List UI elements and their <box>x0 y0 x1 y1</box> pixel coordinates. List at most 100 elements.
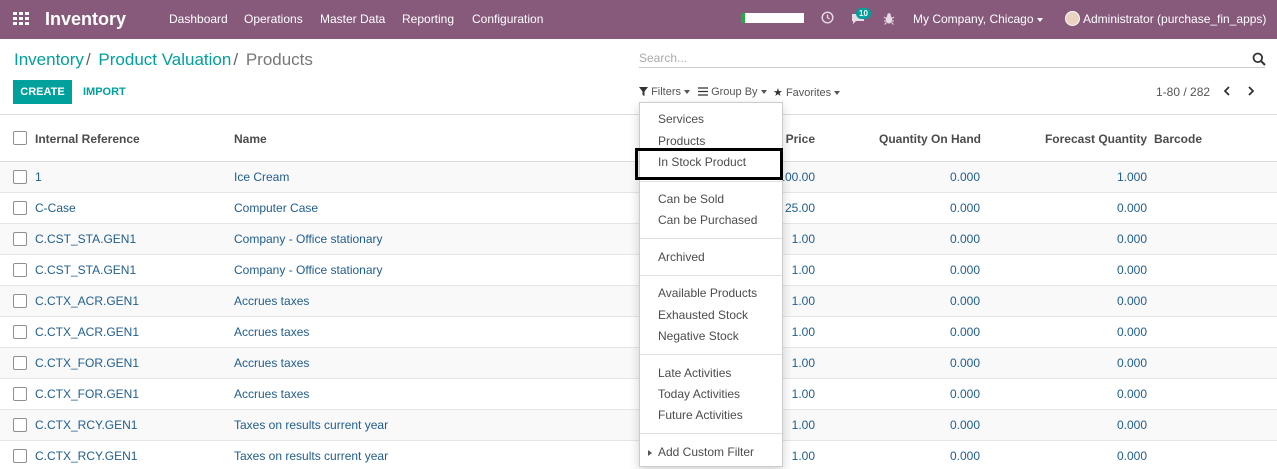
cell-internal-reference: C-Case <box>35 201 76 215</box>
menu-reporting[interactable]: Reporting <box>402 12 454 26</box>
create-button[interactable]: CREATE <box>13 80 72 104</box>
filter-archived[interactable]: Archived <box>658 250 705 264</box>
caret-down-icon <box>684 90 691 95</box>
user-menu[interactable]: Administrator (purchase_fin_apps) <box>1083 12 1266 26</box>
add-custom-filter[interactable]: Add Custom Filter <box>648 445 754 459</box>
menu-divider <box>640 433 782 434</box>
caret-down-icon <box>760 90 767 95</box>
clock-icon[interactable] <box>821 11 834 27</box>
row-checkbox[interactable] <box>13 201 27 215</box>
menu-master-data[interactable]: Master Data <box>320 12 385 26</box>
import-button[interactable]: IMPORT <box>76 80 133 104</box>
user-avatar[interactable] <box>1065 11 1080 26</box>
filter-can-be-sold[interactable]: Can be Sold <box>658 192 724 206</box>
cell-forecast-quantity: 0.000 <box>1116 201 1147 215</box>
column-forecast-quantity[interactable]: Forecast Quantity <box>1027 132 1147 146</box>
filter-services[interactable]: Services <box>658 112 704 126</box>
cell-internal-reference: C.CTX_FOR.GEN1 <box>35 356 140 370</box>
company-switcher[interactable]: My Company, Chicago <box>913 12 1043 26</box>
cell-quantity-on-hand: 0.000 <box>949 356 980 370</box>
add-custom-filter-label: Add Custom Filter <box>658 445 755 459</box>
messages-count-badge: 10 <box>856 8 871 19</box>
row-checkbox[interactable] <box>13 387 27 401</box>
column-internal-reference[interactable]: Internal Reference <box>35 132 140 146</box>
breadcrumb-separator: / <box>85 50 91 69</box>
row-checkbox[interactable] <box>13 449 27 463</box>
pager-value[interactable]: 1-80 / 282 <box>1156 85 1210 99</box>
caret-down-icon <box>834 91 841 96</box>
cell-name: Company - Office stationary <box>234 232 383 246</box>
cell-internal-reference: C.CTX_FOR.GEN1 <box>35 387 140 401</box>
search-input[interactable] <box>639 48 1265 68</box>
cell-forecast-quantity: 0.000 <box>1116 418 1147 432</box>
menu-dashboard[interactable]: Dashboard <box>169 12 228 26</box>
breadcrumb-inventory[interactable]: Inventory <box>14 50 84 69</box>
search-icon[interactable] <box>1252 52 1266 66</box>
cell-internal-reference: C.CTX_RCY.GEN1 <box>35 418 138 432</box>
cell-quantity-on-hand: 0.000 <box>949 170 980 184</box>
cell-internal-reference: C.CTX_RCY.GEN1 <box>35 449 138 463</box>
cell-forecast-quantity: 0.000 <box>1116 294 1147 308</box>
cell-forecast-quantity: 0.000 <box>1116 232 1147 246</box>
filters-button[interactable]: Filters <box>639 86 691 98</box>
cell-quantity-on-hand: 0.000 <box>949 263 980 277</box>
filter-future-activities[interactable]: Future Activities <box>658 408 743 422</box>
bug-icon[interactable] <box>883 12 895 28</box>
top-navbar: Inventory Dashboard Operations Master Da… <box>0 0 1277 39</box>
cell-quantity-on-hand: 0.000 <box>949 449 980 463</box>
pager-previous-icon[interactable] <box>1220 84 1234 98</box>
column-name[interactable]: Name <box>234 132 267 146</box>
row-checkbox[interactable] <box>13 232 27 246</box>
breadcrumb-current: Products <box>245 50 313 69</box>
row-checkbox[interactable] <box>13 418 27 432</box>
filter-negative-stock[interactable]: Negative Stock <box>658 329 739 343</box>
filter-exhausted-stock[interactable]: Exhausted Stock <box>658 308 748 322</box>
cell-forecast-quantity: 0.000 <box>1116 325 1147 339</box>
highlight-annotation-box <box>635 148 783 180</box>
menu-configuration[interactable]: Configuration <box>472 12 543 26</box>
favorites-label: Favorites <box>785 87 832 99</box>
filter-today-activities[interactable]: Today Activities <box>658 387 740 401</box>
app-name[interactable]: Inventory <box>45 9 126 30</box>
favorites-button[interactable]: ★ Favorites <box>773 86 841 99</box>
row-checkbox[interactable] <box>13 325 27 339</box>
breadcrumb-product-valuation[interactable]: Product Valuation <box>98 50 231 69</box>
cell-name: Company - Office stationary <box>234 263 383 277</box>
menu-divider <box>640 275 782 276</box>
filter-can-be-purchased[interactable]: Can be Purchased <box>658 213 757 227</box>
cell-name: Taxes on results current year <box>234 449 389 463</box>
cell-forecast-quantity: 0.000 <box>1116 387 1147 401</box>
cell-quantity-on-hand: 0.000 <box>949 387 980 401</box>
row-checkbox[interactable] <box>13 356 27 370</box>
menu-divider <box>640 354 782 355</box>
star-icon: ★ <box>773 87 783 99</box>
cell-internal-reference: C.CTX_ACR.GEN1 <box>35 325 140 339</box>
cell-quantity-on-hand: 0.000 <box>949 201 980 215</box>
apps-grid-icon[interactable] <box>13 12 29 26</box>
row-checkbox[interactable] <box>13 263 27 277</box>
caret-right-icon <box>648 449 652 456</box>
group-by-button[interactable]: Group By <box>698 86 767 98</box>
filters-label: Filters <box>651 86 682 98</box>
row-checkbox[interactable] <box>13 294 27 308</box>
cell-name: Accrues taxes <box>234 294 310 308</box>
cell-internal-reference: C.CST_STA.GEN1 <box>35 232 137 246</box>
row-checkbox[interactable] <box>13 170 27 184</box>
select-all-checkbox[interactable] <box>13 131 27 145</box>
cell-name: Accrues taxes <box>234 387 310 401</box>
filter-products[interactable]: Products <box>658 134 705 148</box>
cell-quantity-on-hand: 0.000 <box>949 232 980 246</box>
menu-operations[interactable]: Operations <box>244 12 303 26</box>
company-label: My Company, Chicago <box>913 12 1034 26</box>
cell-quantity-on-hand: 0.000 <box>949 418 980 432</box>
filter-available-products[interactable]: Available Products <box>658 286 757 300</box>
cell-name: Accrues taxes <box>234 325 310 339</box>
menu-divider <box>640 238 782 239</box>
pager-next-icon[interactable] <box>1244 84 1258 98</box>
cell-forecast-quantity: 0.000 <box>1116 263 1147 277</box>
column-barcode[interactable]: Barcode <box>1154 132 1202 146</box>
cell-quantity-on-hand: 0.000 <box>949 294 980 308</box>
column-quantity-on-hand[interactable]: Quantity On Hand <box>860 132 981 146</box>
filter-late-activities[interactable]: Late Activities <box>658 366 731 380</box>
cell-forecast-quantity: 1.000 <box>1116 170 1147 184</box>
